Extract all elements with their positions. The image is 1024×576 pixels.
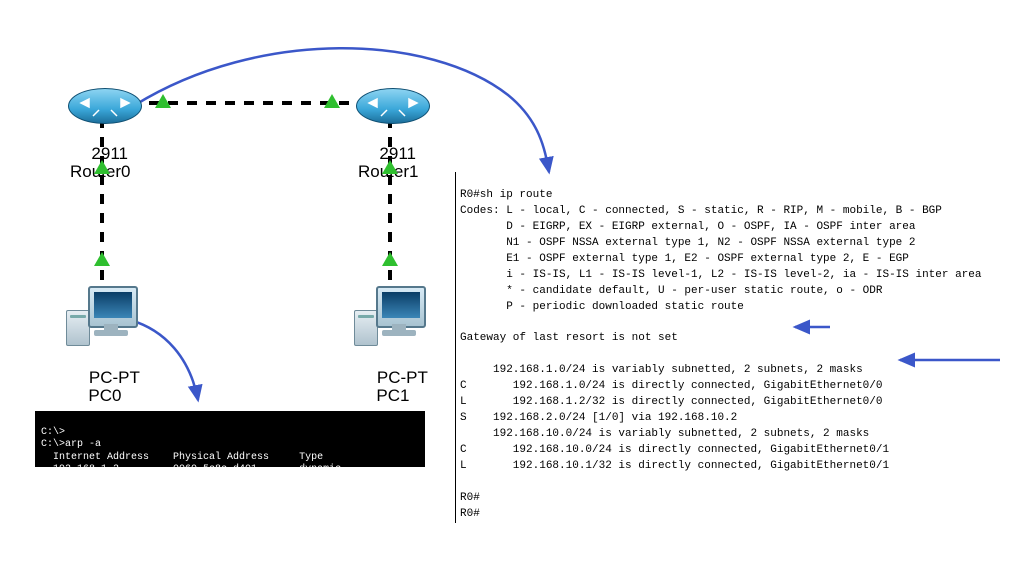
- link-dot: [94, 252, 110, 266]
- link-dot: [155, 94, 171, 108]
- router0-cli-output: R0#sh ip route Codes: L - local, C - con…: [455, 172, 1020, 523]
- router0-icon[interactable]: [68, 88, 140, 122]
- pc0-terminal: C:\> C:\>arp -a Internet Address Physica…: [35, 411, 425, 467]
- pc1-icon[interactable]: [354, 286, 426, 348]
- link-dot: [324, 94, 340, 108]
- link-dot: [94, 160, 110, 174]
- link-dot: [382, 160, 398, 174]
- link-dot: [382, 252, 398, 266]
- router1-icon[interactable]: [356, 88, 428, 122]
- pc0-icon[interactable]: [66, 286, 138, 348]
- topology-stage: 2911 Router0 2911 Router1 PC-PT PC0 PC-P…: [0, 0, 1024, 576]
